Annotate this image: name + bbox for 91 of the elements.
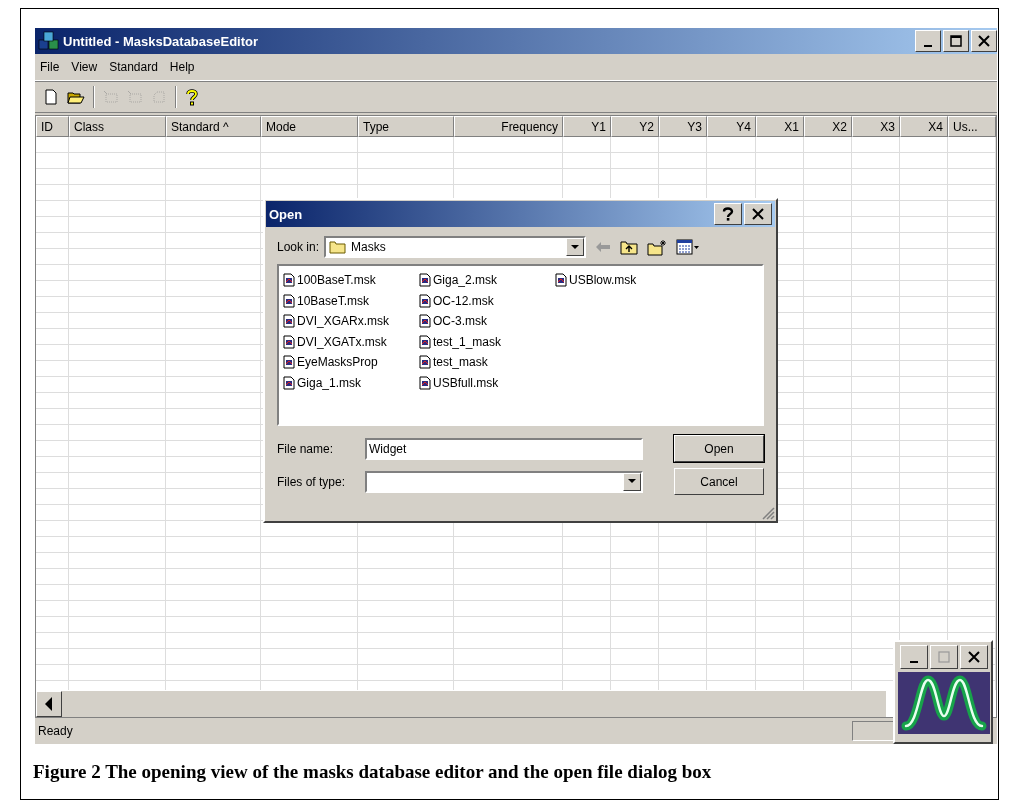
close-icon (978, 35, 990, 47)
document-icon (283, 355, 295, 370)
caret-icon (571, 244, 580, 250)
open-folder-icon[interactable] (67, 89, 85, 105)
folder-icon (329, 240, 348, 254)
document-icon (555, 273, 567, 288)
new-document-icon[interactable] (43, 89, 59, 105)
caret-icon (628, 479, 636, 484)
column-header[interactable]: X2 (804, 116, 852, 137)
scroll-left-button[interactable] (36, 691, 62, 717)
file-type-dropdown[interactable] (365, 470, 643, 493)
column-header[interactable]: X4 (900, 116, 948, 137)
resize-grip-icon[interactable] (761, 506, 775, 520)
column-header[interactable]: Frequency (454, 116, 563, 137)
maximize-icon (950, 35, 962, 47)
help-icon[interactable] (185, 88, 199, 106)
document-icon (419, 375, 431, 390)
minimize-icon (924, 44, 932, 47)
look-in-value: Masks (351, 240, 387, 254)
mask-filename[interactable]: DVI_XGARx.msk (297, 314, 389, 329)
up-folder-icon[interactable] (620, 239, 639, 255)
mask-filename[interactable]: Giga_2.msk (433, 273, 498, 288)
close-button[interactable] (960, 645, 988, 669)
mask-filename[interactable]: DVI_XGATx.msk (297, 334, 387, 349)
mask-filename[interactable]: test_mask (433, 355, 488, 370)
new-folder-icon[interactable] (647, 238, 668, 256)
mask-filename[interactable]: USBfull.msk (433, 375, 499, 390)
file-type-label: Files of type: (277, 474, 347, 489)
mask-filename[interactable]: OC-3.msk (433, 314, 487, 329)
document-icon (419, 355, 431, 370)
column-header[interactable]: Mode (261, 116, 358, 137)
mask-filename[interactable]: Giga_1.msk (297, 375, 362, 390)
dropdown-button[interactable] (566, 238, 585, 256)
column-header[interactable]: X1 (756, 116, 804, 137)
dialog-title: Open (269, 206, 304, 222)
view-menu-icon[interactable] (676, 239, 701, 255)
maximize-button[interactable] (930, 645, 958, 669)
mask-filename[interactable]: EyeMasksProp (297, 355, 378, 370)
close-icon (752, 208, 764, 220)
column-header[interactable]: Y2 (611, 116, 659, 137)
menu-item[interactable]: File (40, 60, 60, 74)
document-icon (419, 273, 431, 288)
maximize-button[interactable] (943, 30, 969, 52)
document-icon (283, 293, 295, 308)
column-header[interactable]: Y1 (563, 116, 611, 137)
mask-filename[interactable]: 10BaseT.msk (297, 293, 370, 308)
menu-item[interactable]: Help (169, 60, 195, 74)
document-icon (419, 334, 431, 349)
dropdown-button[interactable] (623, 472, 641, 491)
status-text: Ready (38, 724, 73, 738)
document-icon (283, 273, 295, 288)
mask-filename[interactable]: test_1_mask (433, 334, 502, 349)
column-header[interactable]: Y4 (707, 116, 756, 137)
figure-caption: Figure 2 The opening view of the masks database editor and the open file dialog box (33, 761, 712, 783)
cubes-icon (38, 31, 60, 51)
wave-logo-icon (898, 672, 990, 734)
window-title: Untitled - MasksDatabaseEditor (63, 33, 260, 49)
column-header[interactable]: Us... (948, 116, 996, 137)
document-icon (419, 314, 431, 329)
document-icon (283, 334, 295, 349)
question-mark-icon (722, 207, 734, 221)
minimize-icon (910, 660, 918, 663)
file-name-label: File name: (277, 441, 335, 456)
look-in-dropdown[interactable]: Masks (324, 236, 587, 258)
minimize-button[interactable] (900, 645, 928, 669)
file-name-field[interactable]: Widget (365, 437, 643, 460)
menu-item[interactable]: Standard (109, 60, 158, 74)
mask-filename[interactable]: 100BaseT.msk (297, 273, 376, 288)
column-header[interactable]: X3 (852, 116, 900, 137)
close-button[interactable] (971, 30, 997, 52)
document-icon (283, 375, 295, 390)
column-header[interactable]: Standard ^ (166, 116, 261, 137)
document-icon (419, 293, 431, 308)
menu-item[interactable]: View (71, 60, 98, 74)
minimize-button[interactable] (915, 30, 941, 52)
column-header[interactable]: ID (36, 116, 69, 137)
mask-filename[interactable]: USBlow.msk (569, 273, 637, 288)
left-arrow-icon (45, 697, 53, 711)
mask-filename[interactable]: OC-12.msk (433, 293, 494, 308)
document-icon (283, 314, 295, 329)
maximize-icon (938, 651, 950, 663)
look-in-label: Look in: (277, 240, 320, 254)
horizontal-scrollbar[interactable] (36, 690, 886, 717)
column-header[interactable]: Y3 (659, 116, 707, 137)
column-header[interactable]: Type (358, 116, 454, 137)
help-button[interactable] (714, 203, 742, 225)
cancel-button[interactable]: Cancel (674, 468, 764, 495)
open-button[interactable]: Open (674, 435, 764, 462)
column-header[interactable]: Class (69, 116, 166, 137)
close-icon (968, 651, 980, 663)
close-button[interactable] (744, 203, 772, 225)
